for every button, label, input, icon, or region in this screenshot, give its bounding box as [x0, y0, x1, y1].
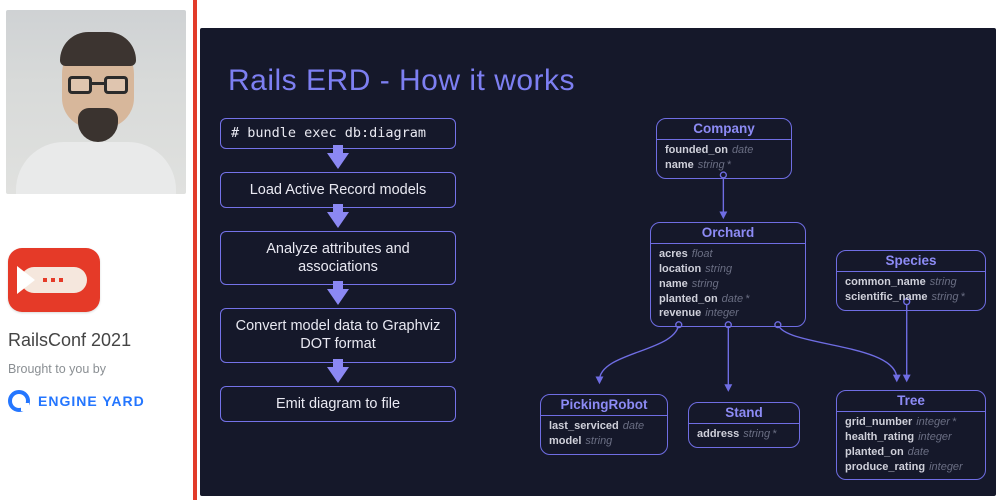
entity-attribute: modelstring [549, 434, 659, 449]
flow-diagram: # bundle exec db:diagram Load Active Rec… [220, 118, 456, 422]
sponsor-badge: ENGINE YARD [8, 390, 145, 412]
rails-logo [8, 248, 100, 312]
entity-attribute: addressstring* [697, 427, 791, 442]
entity-name: PickingRobot [541, 395, 667, 415]
presentation-sidebar: RailsConf 2021 Brought to you by ENGINE … [0, 0, 192, 500]
entity-attribute: last_serviceddate [549, 419, 659, 434]
entity-attribute: produce_ratinginteger [845, 460, 977, 475]
entity-attribute: planted_ondate* [659, 292, 797, 307]
conference-name: RailsConf 2021 [8, 330, 131, 351]
entity-attribute: scientific_namestring* [845, 290, 977, 305]
slide-title: Rails ERD - How it works [228, 64, 575, 98]
entity-tree: Tree grid_numberinteger*health_ratingint… [836, 390, 986, 480]
entity-picking-robot: PickingRobot last_serviceddatemodelstrin… [540, 394, 668, 455]
arrow-down-icon [327, 289, 349, 305]
slide: Rails ERD - How it works # bundle exec d… [200, 28, 996, 496]
entity-attribute: locationstring [659, 262, 797, 277]
flow-step: Emit diagram to file [220, 386, 456, 422]
entity-name: Stand [689, 403, 799, 423]
entity-attribute: common_namestring [845, 275, 977, 290]
entity-attribute: planted_ondate [845, 445, 977, 460]
flow-step: Load Active Record models [220, 172, 456, 208]
entity-species: Species common_namestringscientific_name… [836, 250, 986, 311]
speaker-video [6, 10, 186, 194]
entity-attribute: health_ratinginteger [845, 430, 977, 445]
entity-attribute: grid_numberinteger* [845, 415, 977, 430]
entity-name: Species [837, 251, 985, 271]
sponsor-name: ENGINE YARD [38, 393, 145, 409]
entity-name: Company [657, 119, 791, 139]
entity-stand: Stand addressstring* [688, 402, 800, 448]
engine-yard-icon [8, 390, 30, 412]
arrow-down-icon [327, 367, 349, 383]
arrow-down-icon [327, 212, 349, 228]
arrow-down-icon [327, 153, 349, 169]
flow-step: Convert model data to Graphviz DOT forma… [220, 308, 456, 362]
entity-attribute: founded_ondate [665, 143, 783, 158]
entity-name: Orchard [651, 223, 805, 243]
entity-attribute: revenueinteger [659, 306, 797, 321]
vertical-divider [193, 0, 197, 500]
brought-by-label: Brought to you by [8, 362, 106, 376]
entity-attribute: namestring* [665, 158, 783, 173]
entity-attribute: acresfloat [659, 247, 797, 262]
entity-name: Tree [837, 391, 985, 411]
entity-orchard: Orchard acresfloatlocationstringnamestri… [650, 222, 806, 327]
flow-step: Analyze attributes and associations [220, 231, 456, 285]
entity-attribute: namestring [659, 277, 797, 292]
erd-diagram: Company founded_ondatenamestring* Orchar… [540, 102, 986, 486]
entity-company: Company founded_ondatenamestring* [656, 118, 792, 179]
